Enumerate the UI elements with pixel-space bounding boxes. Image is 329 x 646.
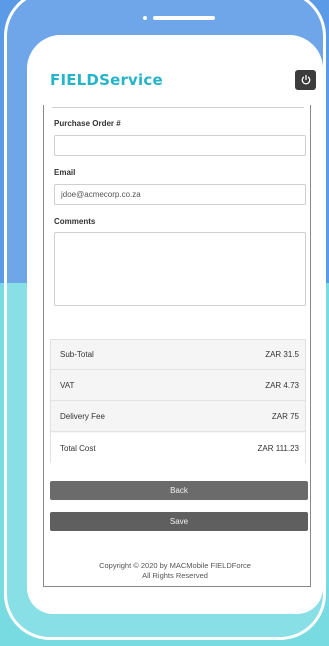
brand-logo: FIELDService — [50, 71, 163, 89]
phone-frame: FIELDService Purchase Order # Email jdoe… — [4, 0, 326, 640]
purchase-order-label: Purchase Order # — [54, 119, 121, 128]
delivery-fee-label: Delivery Fee — [60, 412, 105, 421]
email-field[interactable]: jdoe@acmecorp.co.za — [54, 184, 306, 205]
vat-value: ZAR 4.73 — [265, 381, 299, 390]
app-screen: FIELDService Purchase Order # Email jdoe… — [27, 35, 323, 614]
vat-label: VAT — [60, 381, 75, 390]
delivery-fee-value: ZAR 75 — [271, 412, 299, 421]
order-form-card: Purchase Order # Email jdoe@acmecorp.co.… — [43, 105, 311, 587]
logout-button[interactable] — [295, 70, 316, 90]
delivery-fee-row: Delivery Fee ZAR 75 — [51, 402, 305, 432]
app-header: FIELDService — [27, 35, 323, 105]
camera-dot — [143, 16, 147, 20]
comments-label: Comments — [54, 217, 96, 226]
divider — [52, 107, 304, 108]
vat-row: VAT ZAR 4.73 — [51, 371, 305, 401]
purchase-order-input[interactable] — [54, 135, 306, 156]
footer: Copyright © 2020 by MACMobile FIELDForce… — [27, 561, 323, 581]
subtotal-value: ZAR 31.5 — [265, 350, 299, 359]
subtotal-label: Sub-Total — [60, 350, 94, 359]
subtotal-row: Sub-Total ZAR 31.5 — [51, 340, 305, 370]
rights-text: All Rights Reserved — [142, 571, 208, 580]
total-cost-row: Total Cost ZAR 111.23 — [51, 433, 305, 463]
save-button[interactable]: Save — [50, 512, 308, 531]
speaker-slot — [153, 16, 215, 20]
total-cost-value: ZAR 111.23 — [257, 443, 299, 453]
copyright-text: Copyright © 2020 by MACMobile FIELDForce — [99, 561, 251, 570]
back-button[interactable]: Back — [50, 481, 308, 500]
power-icon — [301, 74, 310, 85]
totals-table: Sub-Total ZAR 31.5 VAT ZAR 4.73 Delivery… — [50, 339, 306, 463]
comments-textarea[interactable] — [54, 232, 306, 306]
total-cost-label: Total Cost — [60, 443, 96, 453]
email-label: Email — [54, 168, 76, 177]
